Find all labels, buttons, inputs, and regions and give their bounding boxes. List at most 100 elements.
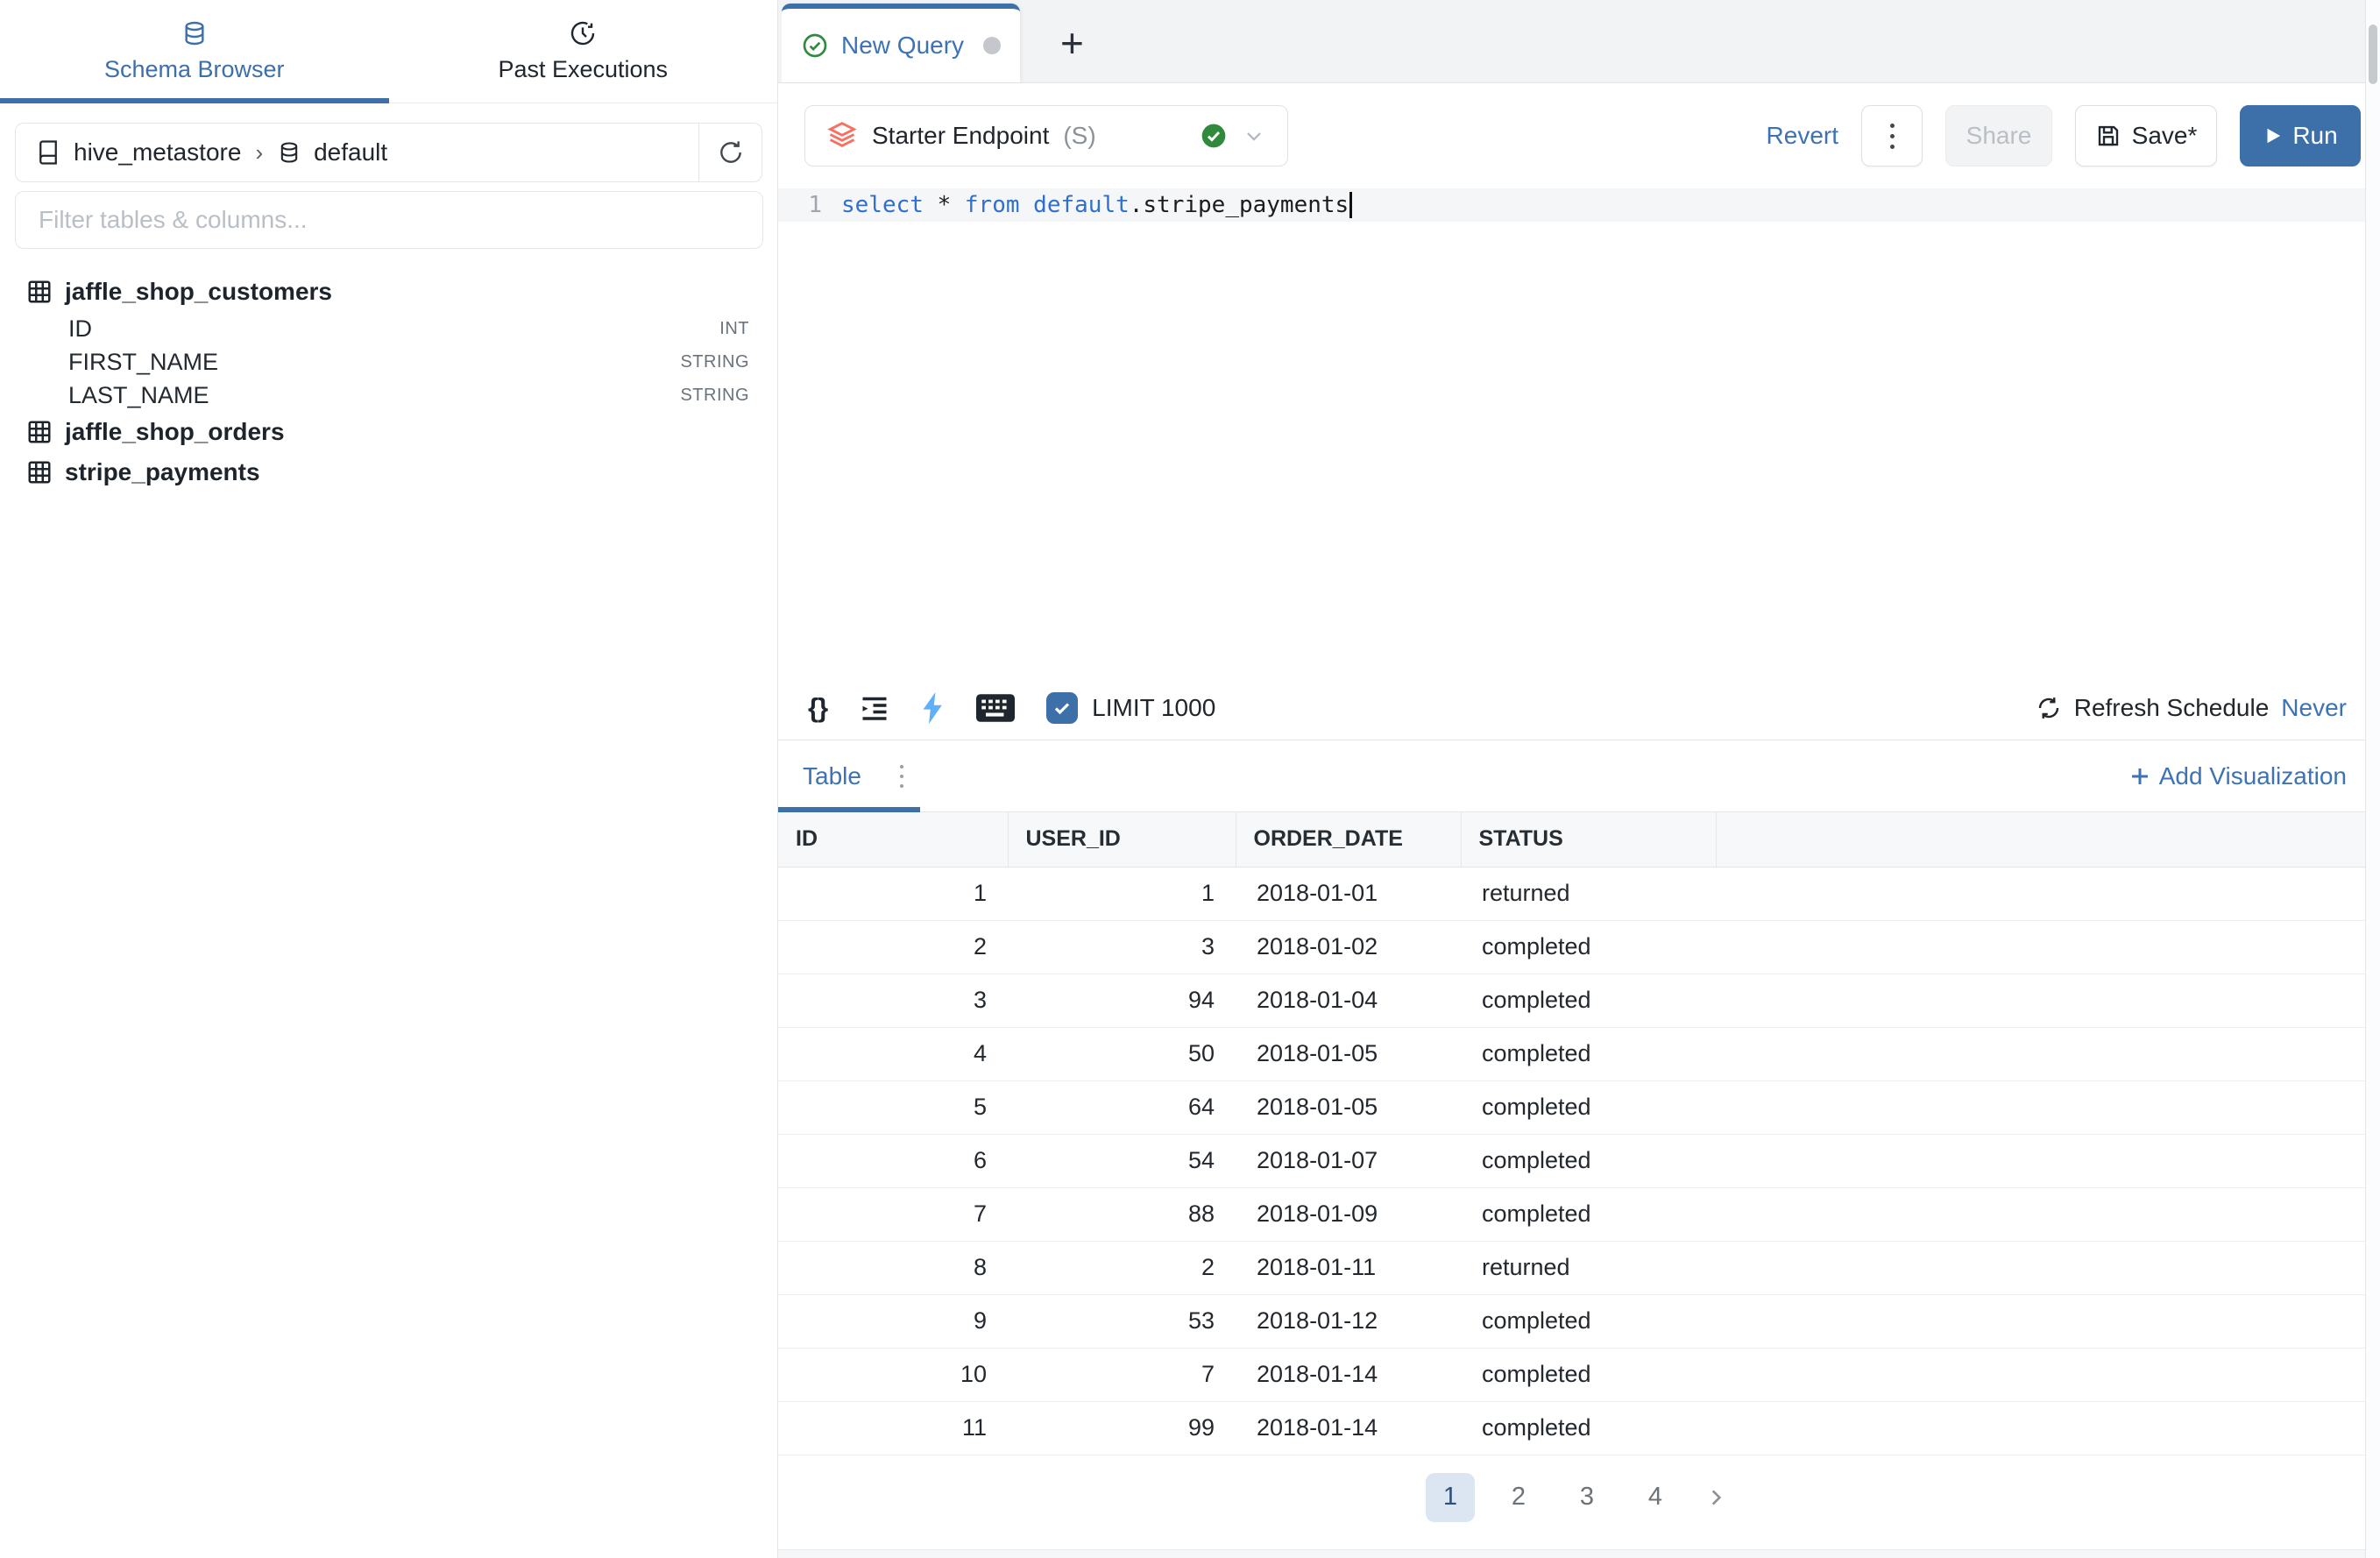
share-button[interactable]: Share: [1945, 105, 2052, 166]
save-button-label: Save*: [2132, 122, 2198, 150]
endpoint-selector[interactable]: Starter Endpoint (S): [804, 105, 1288, 166]
table-cell-filler: [1716, 1027, 2380, 1080]
table-cell: 2018-01-14: [1236, 1401, 1461, 1455]
filter-tables-input[interactable]: [15, 191, 763, 249]
breadcrumb[interactable]: hive_metastore › default: [16, 124, 698, 181]
refresh-schedule-value[interactable]: Never: [2281, 694, 2347, 722]
table-cell: 54: [1008, 1134, 1236, 1187]
sql-editor[interactable]: 1 select * from default.stripe_payments: [778, 188, 2380, 676]
schema-tree-table[interactable]: stripe_payments: [0, 452, 777, 492]
page-button-3[interactable]: 3: [1562, 1473, 1611, 1522]
table-cell: 2018-01-11: [1236, 1241, 1461, 1294]
sql-token: default: [1033, 192, 1130, 218]
sql-token: *: [938, 192, 952, 218]
table-cell-filler: [1716, 1187, 2380, 1241]
schema-tree-column[interactable]: LAST_NAMESTRING: [0, 379, 777, 412]
revert-button[interactable]: Revert: [1767, 122, 1838, 150]
table-cell: 11: [778, 1401, 1008, 1455]
column-type: STRING: [680, 352, 749, 372]
table-name: jaffle_shop_orders: [65, 418, 285, 446]
tab-schema-browser[interactable]: Schema Browser: [0, 0, 389, 103]
refresh-schema-button[interactable]: [698, 124, 761, 181]
table-cell: completed: [1461, 1294, 1716, 1348]
scrollbar-thumb[interactable]: [2369, 25, 2377, 84]
results-header: Table Add Visualization: [778, 740, 2380, 812]
save-button[interactable]: Save*: [2075, 105, 2217, 166]
plus-icon: [2129, 766, 2150, 787]
table-cell-filler: [1716, 1134, 2380, 1187]
column-header-user_id[interactable]: USER_ID: [1008, 812, 1236, 867]
column-header-id[interactable]: ID: [778, 812, 1008, 867]
results-tab-underline: [778, 807, 920, 812]
table-row: 4502018-01-05completed: [778, 1027, 2380, 1080]
table-cell: 64: [1008, 1080, 1236, 1134]
table-row: 1072018-01-14completed: [778, 1348, 2380, 1401]
table-cell: 2018-01-04: [1236, 974, 1461, 1027]
kebab-icon: [1890, 124, 1895, 149]
results-table-header-row: IDUSER_IDORDER_DATESTATUS: [778, 812, 2380, 867]
table-cell: 2: [778, 920, 1008, 974]
new-tab-button[interactable]: +: [1048, 4, 1096, 82]
table-cell: 1: [778, 867, 1008, 920]
column-type: INT: [719, 319, 749, 339]
column-header-status[interactable]: STATUS: [1461, 812, 1716, 867]
query-tab-new-query[interactable]: New Query: [782, 4, 1020, 82]
format-query-icon[interactable]: {}: [808, 692, 827, 724]
limit-checkbox[interactable]: [1046, 692, 1078, 724]
schema-tree-table[interactable]: jaffle_shop_customers: [0, 272, 777, 312]
schema-tree-column[interactable]: ID INT: [0, 312, 777, 345]
table-cell: 9: [778, 1294, 1008, 1348]
page-button-1[interactable]: 1: [1426, 1473, 1475, 1522]
vertical-scrollbar[interactable]: [2365, 0, 2380, 1558]
table-cell: 2018-01-05: [1236, 1080, 1461, 1134]
table-cell: returned: [1461, 1241, 1716, 1294]
chevron-right-icon: [1704, 1486, 1727, 1509]
results-table: IDUSER_IDORDER_DATESTATUS 112018-01-01re…: [778, 812, 2380, 1455]
keyboard-shortcuts-icon[interactable]: [976, 694, 1015, 722]
table-cell: 2: [1008, 1241, 1236, 1294]
table-cell: completed: [1461, 974, 1716, 1027]
tab-schema-browser-label: Schema Browser: [104, 56, 285, 83]
schema-tree-table[interactable]: jaffle_shop_orders: [0, 412, 777, 452]
column-name: LAST_NAME: [68, 382, 209, 409]
endpoint-size: (S): [1063, 122, 1095, 150]
page-button-4[interactable]: 4: [1631, 1473, 1680, 1522]
pagination: 1234: [778, 1455, 2380, 1540]
lightning-icon[interactable]: [922, 692, 945, 724]
table-cell: completed: [1461, 1401, 1716, 1455]
breadcrumb-schema[interactable]: default: [314, 138, 387, 166]
limit-toggle[interactable]: LIMIT 1000: [1046, 692, 1215, 724]
table-cell: 7: [1008, 1348, 1236, 1401]
panel-bottom-strip: [778, 1549, 2380, 1558]
chevron-down-icon: [1242, 124, 1266, 148]
sql-token: [1020, 192, 1034, 218]
indent-icon[interactable]: [859, 692, 890, 724]
breadcrumb-catalog[interactable]: hive_metastore: [74, 138, 241, 166]
table-icon: [26, 459, 53, 485]
page-button-2[interactable]: 2: [1494, 1473, 1543, 1522]
more-actions-button[interactable]: [1861, 105, 1923, 166]
add-visualization-button[interactable]: Add Visualization: [2129, 762, 2380, 790]
table-cell-filler: [1716, 1348, 2380, 1401]
results-body: IDUSER_IDORDER_DATESTATUS 112018-01-01re…: [778, 812, 2380, 1549]
refresh-schedule-label: Refresh Schedule: [2074, 694, 2270, 722]
column-header-order_date[interactable]: ORDER_DATE: [1236, 812, 1461, 867]
table-cell: returned: [1461, 867, 1716, 920]
column-name: ID: [68, 315, 92, 343]
run-button-label: Run: [2292, 122, 2337, 150]
sql-code: select * from default.stripe_payments: [841, 192, 1349, 218]
table-name: stripe_payments: [65, 458, 260, 486]
sql-token: .stripe_payments: [1130, 192, 1349, 218]
table-cell: 1: [1008, 867, 1236, 920]
table-row: 112018-01-01returned: [778, 867, 2380, 920]
add-visualization-label: Add Visualization: [2159, 762, 2347, 790]
sql-token: select: [841, 192, 924, 218]
schema-tree-column[interactable]: FIRST_NAMESTRING: [0, 345, 777, 379]
tab-past-executions[interactable]: Past Executions: [389, 0, 778, 103]
results-tab-kebab-icon[interactable]: [900, 765, 903, 788]
table-cell: 7: [778, 1187, 1008, 1241]
results-tab-table[interactable]: Table: [803, 762, 861, 790]
run-button[interactable]: Run: [2240, 105, 2361, 166]
next-page-button[interactable]: [1699, 1486, 1732, 1509]
table-cell: 10: [778, 1348, 1008, 1401]
